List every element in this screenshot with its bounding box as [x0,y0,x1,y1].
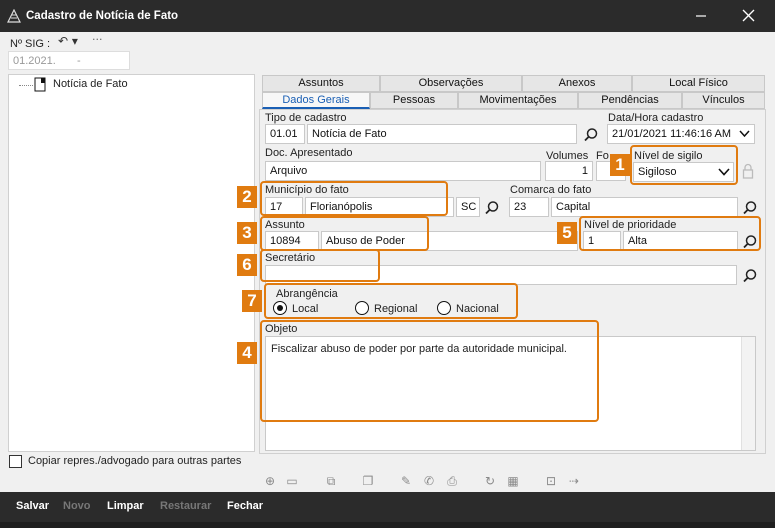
highlight-assunto [260,216,429,251]
fechar-button[interactable]: Fechar [227,500,263,512]
sig-label: Nº SIG : [10,38,51,50]
tipo-label: Tipo de cadastro [265,112,347,124]
tab-anexos[interactable]: Anexos [522,75,632,92]
highlight-municipio [260,181,448,216]
tab-movimentacoes[interactable]: Movimentações [458,92,578,109]
copy-representative-checkbox[interactable] [9,455,22,468]
restaurar-button[interactable]: Restaurar [160,500,211,512]
tipo-name-input[interactable]: Notícia de Fato [307,124,577,144]
sig-field[interactable]: 01.2021. - [8,51,130,70]
highlight-prioridade [579,216,761,251]
comarca-label: Comarca do fato [510,184,592,196]
print-icon[interactable]: ⎙ [444,473,460,489]
title-bar: Cadastro de Notícia de Fato [0,0,775,32]
edit-icon[interactable]: ✎ [398,473,414,489]
minimize-icon[interactable] [695,10,707,22]
refresh-icon[interactable]: ↻ [482,473,498,489]
copy-representative-label: Copiar repres./advogado para outras part… [28,455,242,467]
calendar-icon[interactable]: ▦ [505,473,521,489]
salvar-button[interactable]: Salvar [16,500,49,512]
search-icon[interactable] [742,200,758,216]
search-icon[interactable] [583,127,599,143]
novo-button[interactable]: Novo [63,500,91,512]
highlight-sigilo [630,145,738,185]
badge-4: 4 [237,342,257,364]
tree-panel: Notícia de Fato [8,74,255,452]
badge-5: 5 [557,222,577,244]
tab-local-fisico[interactable]: Local Físico [632,75,765,92]
undo-icon[interactable]: ↶ ▾ [58,34,78,48]
badge-7: 7 [242,290,262,312]
highlight-objeto [260,320,599,422]
badge-3: 3 [237,222,257,244]
sig-dash: - [77,55,81,67]
folder-icon[interactable]: ▭ [284,473,300,489]
link-icon[interactable]: ⧉ [323,473,339,489]
data-input[interactable]: 21/01/2021 11:46:16 AM [607,124,755,144]
lock-icon[interactable] [742,163,754,179]
tab-pendencias[interactable]: Pendências [578,92,682,109]
objeto-scrollbar[interactable] [741,337,755,450]
close-icon[interactable] [742,9,755,22]
bottom-bar: Salvar Novo Limpar Restaurar Fechar [0,492,775,522]
client-area: Nº SIG : ↶ ▾ ··· 01.2021. - Notícia de F… [0,32,775,492]
tab-observacoes[interactable]: Observações [380,75,522,92]
tab-dados-gerais[interactable]: Dados Gerais [262,92,370,109]
data-value: 21/01/2021 11:46:16 AM [612,128,732,140]
tab-pessoas[interactable]: Pessoas [370,92,458,109]
data-label: Data/Hora cadastro [608,112,704,124]
search-icon[interactable] [484,200,500,216]
more-icon[interactable]: ··· [92,33,103,46]
volumes-input[interactable]: 1 [545,161,593,181]
share-icon[interactable]: ⇢ [566,473,582,489]
badge-1: 1 [610,154,630,176]
doc-input[interactable]: Arquivo [265,161,541,181]
municipio-uf-input[interactable]: SC [456,197,480,217]
highlight-secretario [260,249,380,282]
tree-item-noticia[interactable]: Notícia de Fato [53,78,128,90]
highlight-abrangencia [264,283,518,319]
limpar-button[interactable]: Limpar [107,500,144,512]
sig-value: 01.2021. [13,55,56,67]
app-icon [7,9,21,23]
window-title: Cadastro de Notícia de Fato [26,10,179,22]
comarca-code-input[interactable]: 23 [509,197,549,217]
lock-icon[interactable]: ⊡ [543,473,559,489]
tab-assuntos[interactable]: Assuntos [262,75,380,92]
chevron-down-icon[interactable] [739,130,750,138]
search-icon[interactable] [742,268,758,284]
comarca-name-input[interactable]: Capital [551,197,738,217]
doc-label: Doc. Apresentado [265,147,353,159]
tree-connector [19,85,33,86]
badge-6: 6 [237,254,257,276]
phone-icon[interactable]: ✆ [421,473,437,489]
add-icon[interactable]: ⊕ [262,473,278,489]
document-icon [34,77,46,92]
tab-vinculos[interactable]: Vínculos [682,92,765,109]
copy-icon[interactable]: ❐ [360,473,376,489]
tipo-code-input[interactable]: 01.01 [265,124,305,144]
badge-2: 2 [237,186,257,208]
